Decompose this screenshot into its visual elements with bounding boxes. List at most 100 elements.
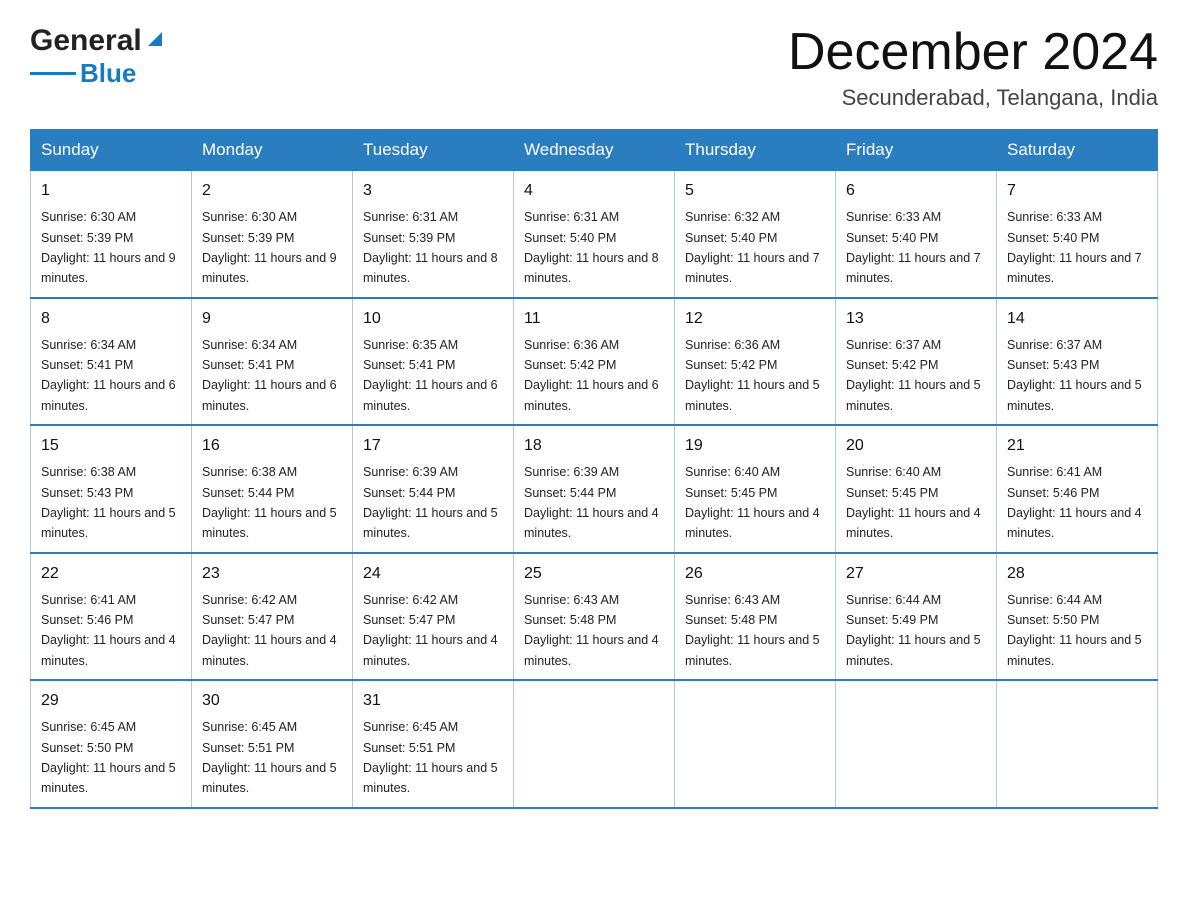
day-info: Sunrise: 6:42 AMSunset: 5:47 PMDaylight:… [202,593,337,668]
calendar-cell: 21 Sunrise: 6:41 AMSunset: 5:46 PMDayligh… [997,425,1158,553]
day-number: 13 [846,307,986,331]
calendar-cell: 13 Sunrise: 6:37 AMSunset: 5:42 PMDayligh… [836,298,997,426]
day-info: Sunrise: 6:36 AMSunset: 5:42 PMDaylight:… [685,338,820,413]
day-info: Sunrise: 6:42 AMSunset: 5:47 PMDaylight:… [363,593,498,668]
day-info: Sunrise: 6:33 AMSunset: 5:40 PMDaylight:… [1007,210,1142,285]
calendar-cell: 20 Sunrise: 6:40 AMSunset: 5:45 PMDayligh… [836,425,997,553]
calendar-cell: 2 Sunrise: 6:30 AMSunset: 5:39 PMDaylight… [192,171,353,298]
calendar-cell [514,680,675,808]
day-number: 11 [524,307,664,331]
day-number: 28 [1007,562,1147,586]
calendar-cell: 6 Sunrise: 6:33 AMSunset: 5:40 PMDaylight… [836,171,997,298]
calendar-cell: 25 Sunrise: 6:43 AMSunset: 5:48 PMDayligh… [514,553,675,681]
logo-blue-text: Blue [80,58,136,89]
calendar-cell: 30 Sunrise: 6:45 AMSunset: 5:51 PMDayligh… [192,680,353,808]
calendar-cell: 23 Sunrise: 6:42 AMSunset: 5:47 PMDayligh… [192,553,353,681]
day-info: Sunrise: 6:31 AMSunset: 5:40 PMDaylight:… [524,210,659,285]
logo-general-text: General [30,24,142,58]
title-area: December 2024 Secunderabad, Telangana, I… [788,24,1158,111]
day-number: 15 [41,434,181,458]
page-header: General Blue December 2024 Secunderabad,… [30,24,1158,111]
day-number: 31 [363,689,503,713]
day-info: Sunrise: 6:43 AMSunset: 5:48 PMDaylight:… [685,593,820,668]
day-info: Sunrise: 6:35 AMSunset: 5:41 PMDaylight:… [363,338,498,413]
calendar-cell: 15 Sunrise: 6:38 AMSunset: 5:43 PMDayligh… [31,425,192,553]
day-info: Sunrise: 6:39 AMSunset: 5:44 PMDaylight:… [363,465,498,540]
calendar-cell: 31 Sunrise: 6:45 AMSunset: 5:51 PMDayligh… [353,680,514,808]
day-number: 18 [524,434,664,458]
day-info: Sunrise: 6:38 AMSunset: 5:44 PMDaylight:… [202,465,337,540]
day-info: Sunrise: 6:36 AMSunset: 5:42 PMDaylight:… [524,338,659,413]
day-info: Sunrise: 6:41 AMSunset: 5:46 PMDaylight:… [1007,465,1142,540]
day-info: Sunrise: 6:30 AMSunset: 5:39 PMDaylight:… [41,210,176,285]
day-info: Sunrise: 6:40 AMSunset: 5:45 PMDaylight:… [846,465,981,540]
day-number: 20 [846,434,986,458]
day-info: Sunrise: 6:45 AMSunset: 5:51 PMDaylight:… [202,720,337,795]
day-number: 30 [202,689,342,713]
calendar-table: SundayMondayTuesdayWednesdayThursdayFrid… [30,129,1158,809]
day-header-saturday: Saturday [997,130,1158,171]
day-number: 6 [846,179,986,203]
calendar-cell: 5 Sunrise: 6:32 AMSunset: 5:40 PMDaylight… [675,171,836,298]
day-number: 26 [685,562,825,586]
day-number: 24 [363,562,503,586]
calendar-cell: 3 Sunrise: 6:31 AMSunset: 5:39 PMDaylight… [353,171,514,298]
day-number: 2 [202,179,342,203]
day-number: 3 [363,179,503,203]
day-number: 4 [524,179,664,203]
day-number: 14 [1007,307,1147,331]
day-header-friday: Friday [836,130,997,171]
calendar-cell: 14 Sunrise: 6:37 AMSunset: 5:43 PMDayligh… [997,298,1158,426]
day-info: Sunrise: 6:40 AMSunset: 5:45 PMDaylight:… [685,465,820,540]
calendar-cell: 17 Sunrise: 6:39 AMSunset: 5:44 PMDayligh… [353,425,514,553]
calendar-cell: 22Sunrise: 6:41 AMSunset: 5:46 PMDayligh… [31,553,192,681]
day-number: 5 [685,179,825,203]
calendar-cell: 18 Sunrise: 6:39 AMSunset: 5:44 PMDayligh… [514,425,675,553]
logo-triangle-icon [144,28,166,50]
calendar-subtitle: Secunderabad, Telangana, India [788,85,1158,111]
day-info: Sunrise: 6:34 AMSunset: 5:41 PMDaylight:… [202,338,337,413]
calendar-cell [675,680,836,808]
logo: General Blue [30,24,166,89]
day-header-tuesday: Tuesday [353,130,514,171]
day-number: 1 [41,179,181,203]
day-number: 8 [41,307,181,331]
day-info: Sunrise: 6:39 AMSunset: 5:44 PMDaylight:… [524,465,659,540]
day-header-sunday: Sunday [31,130,192,171]
day-number: 12 [685,307,825,331]
calendar-cell: 19 Sunrise: 6:40 AMSunset: 5:45 PMDayligh… [675,425,836,553]
day-info: Sunrise: 6:41 AMSunset: 5:46 PMDaylight:… [41,593,176,668]
day-number: 9 [202,307,342,331]
calendar-cell [997,680,1158,808]
day-number: 19 [685,434,825,458]
day-info: Sunrise: 6:37 AMSunset: 5:42 PMDaylight:… [846,338,981,413]
day-info: Sunrise: 6:30 AMSunset: 5:39 PMDaylight:… [202,210,337,285]
day-number: 29 [41,689,181,713]
calendar-cell: 26 Sunrise: 6:43 AMSunset: 5:48 PMDayligh… [675,553,836,681]
day-info: Sunrise: 6:38 AMSunset: 5:43 PMDaylight:… [41,465,176,540]
day-info: Sunrise: 6:44 AMSunset: 5:49 PMDaylight:… [846,593,981,668]
calendar-cell: 29 Sunrise: 6:45 AMSunset: 5:50 PMDayligh… [31,680,192,808]
day-info: Sunrise: 6:45 AMSunset: 5:50 PMDaylight:… [41,720,176,795]
day-number: 27 [846,562,986,586]
calendar-cell: 27 Sunrise: 6:44 AMSunset: 5:49 PMDayligh… [836,553,997,681]
day-number: 17 [363,434,503,458]
day-number: 23 [202,562,342,586]
day-header-thursday: Thursday [675,130,836,171]
day-info: Sunrise: 6:32 AMSunset: 5:40 PMDaylight:… [685,210,820,285]
calendar-cell: 9 Sunrise: 6:34 AMSunset: 5:41 PMDaylight… [192,298,353,426]
day-info: Sunrise: 6:37 AMSunset: 5:43 PMDaylight:… [1007,338,1142,413]
calendar-cell: 10Sunrise: 6:35 AMSunset: 5:41 PMDayligh… [353,298,514,426]
day-info: Sunrise: 6:44 AMSunset: 5:50 PMDaylight:… [1007,593,1142,668]
calendar-cell: 1 Sunrise: 6:30 AMSunset: 5:39 PMDaylight… [31,171,192,298]
day-header-monday: Monday [192,130,353,171]
calendar-cell [836,680,997,808]
calendar-cell: 28 Sunrise: 6:44 AMSunset: 5:50 PMDayligh… [997,553,1158,681]
day-number: 25 [524,562,664,586]
calendar-cell: 7Sunrise: 6:33 AMSunset: 5:40 PMDaylight… [997,171,1158,298]
day-info: Sunrise: 6:43 AMSunset: 5:48 PMDaylight:… [524,593,659,668]
day-info: Sunrise: 6:33 AMSunset: 5:40 PMDaylight:… [846,210,981,285]
day-number: 21 [1007,434,1147,458]
day-info: Sunrise: 6:31 AMSunset: 5:39 PMDaylight:… [363,210,498,285]
day-info: Sunrise: 6:45 AMSunset: 5:51 PMDaylight:… [363,720,498,795]
